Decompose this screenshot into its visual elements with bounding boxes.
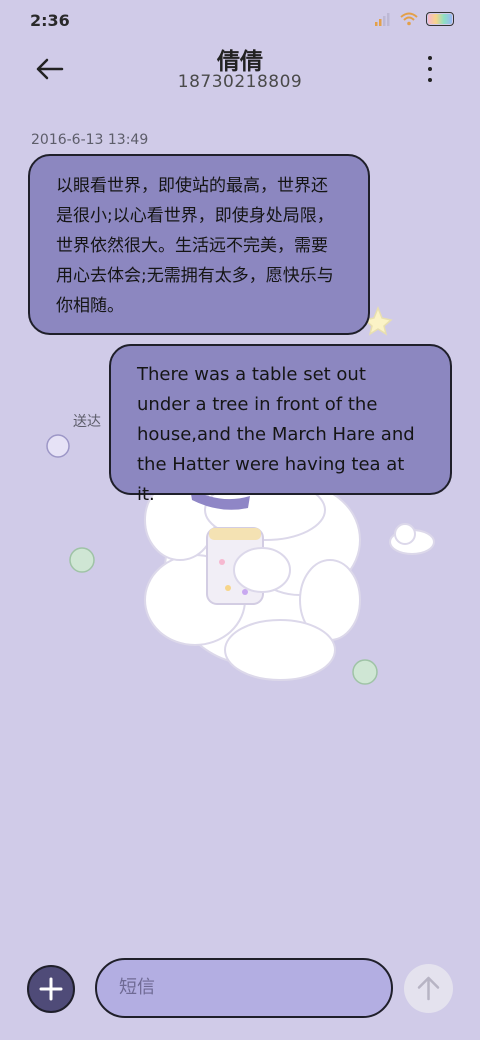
battery-level	[428, 14, 452, 24]
more-dot-icon	[428, 78, 432, 82]
sent-message-bubble[interactable]: There was a table set out under a tree i…	[109, 344, 452, 505]
status-bar: 2:36	[0, 0, 480, 40]
plus-icon	[39, 977, 63, 1001]
status-time: 2:36	[30, 11, 70, 30]
contact-number[interactable]: 18730218809	[0, 72, 480, 92]
more-dot-icon	[428, 67, 432, 71]
more-dot-icon	[428, 56, 432, 60]
wifi-icon	[400, 12, 418, 26]
status-icons	[374, 12, 454, 26]
received-message-bubble[interactable]: 以眼看世界，即使站的最高，世界还是很小;以心看世界，即使身处局限，世界依然很大。…	[28, 154, 370, 335]
delivery-status: 送达	[73, 414, 101, 430]
attach-button[interactable]	[27, 965, 75, 1013]
arrow-up-icon	[417, 976, 440, 1001]
signal-icon	[375, 13, 390, 26]
message-timestamp: 2016-6-13 13:49	[31, 132, 149, 148]
sent-message-text: There was a table set out under a tree i…	[137, 364, 415, 505]
conversation-header: 倩倩 18730218809	[0, 40, 480, 100]
contact-name[interactable]: 倩倩	[0, 42, 480, 76]
composer-bar: 短信	[0, 950, 480, 1030]
send-button[interactable]	[404, 964, 453, 1013]
battery-icon	[426, 12, 454, 26]
more-options-button[interactable]	[420, 56, 440, 82]
message-input[interactable]: 短信	[95, 958, 393, 1018]
received-message-text: 以眼看世界，即使站的最高，世界还是很小;以心看世界，即使身处局限，世界依然很大。…	[56, 176, 334, 316]
